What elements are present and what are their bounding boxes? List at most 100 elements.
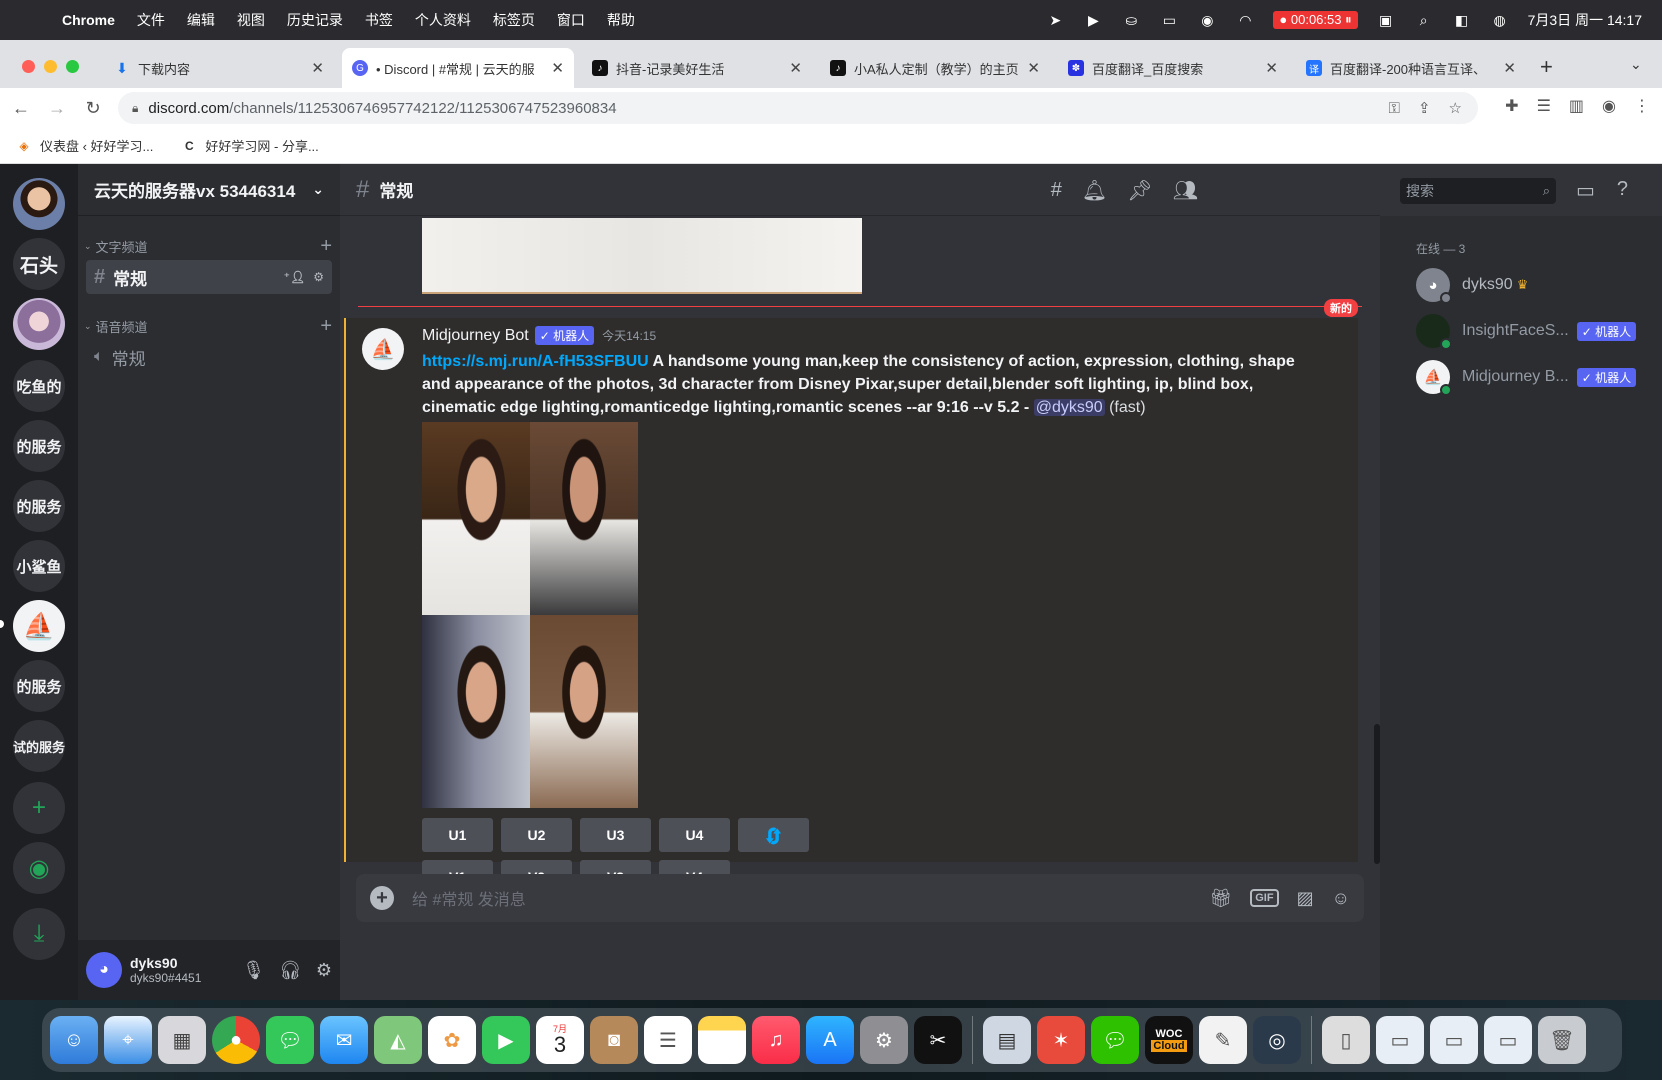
app-store-icon[interactable]: A (806, 1016, 854, 1064)
emoji-icon[interactable]: ☺ (1332, 888, 1350, 909)
xmind-icon[interactable]: ✶ (1037, 1016, 1085, 1064)
back-button[interactable]: ← (6, 98, 36, 119)
reload-button[interactable]: ↻ (78, 98, 108, 119)
threads-icon[interactable]: # (1051, 179, 1062, 202)
server-fuwu-1[interactable]: 的服务 (13, 420, 65, 472)
member-insightface[interactable]: InsightFaceS... ✓ 机器人 (1416, 313, 1662, 350)
wechat-icon[interactable]: 💬︎ (1091, 1016, 1139, 1064)
siri-icon[interactable]: ◍ (1490, 12, 1510, 28)
extensions-icon[interactable]: ✚ (1505, 96, 1518, 116)
gift-icon[interactable]: 🎁︎ (1209, 888, 1232, 909)
inbox-icon[interactable]: ▭ (1576, 178, 1595, 203)
channel-general-text[interactable]: # 常规 ⁺👤︎ ⚙ (86, 260, 332, 294)
category-voice-channels[interactable]: ⌄ 语音频道 + (78, 315, 340, 337)
window-thumbnail-icon[interactable]: ▭ (1430, 1016, 1478, 1064)
pinned-messages-icon[interactable]: 📌︎ (1127, 178, 1152, 203)
reroll-refresh-icon[interactable]: 🔄︎ (738, 818, 809, 852)
cursor-icon[interactable]: ➤ (1045, 12, 1065, 28)
generated-image-grid[interactable] (422, 422, 638, 808)
chrome-menu-icon[interactable]: ⋮ (1634, 96, 1650, 116)
server-fish[interactable]: 吃鱼的 (13, 360, 65, 412)
headphones-icon[interactable]: 🎧︎ (279, 960, 302, 981)
photos-icon[interactable]: ✿ (428, 1016, 476, 1064)
music-icon[interactable]: ♫ (752, 1016, 800, 1064)
server-avatar-1[interactable] (13, 178, 65, 230)
menu-item-window[interactable]: 窗口 (557, 10, 585, 30)
server-avatar-3[interactable] (13, 298, 65, 350)
download-apps-icon[interactable]: ⤓ (13, 908, 65, 960)
scrobble-icon[interactable]: ⛀ (1121, 12, 1141, 28)
user-mention[interactable]: @dyks90 (1033, 399, 1105, 416)
menu-item-help[interactable]: 帮助 (607, 10, 635, 30)
mail-icon[interactable]: ✉ (320, 1016, 368, 1064)
chrome-icon[interactable]: ● (212, 1016, 260, 1064)
message-composer[interactable]: + 给 #常规 发消息 🎁︎ GIF ▨ ☺ (356, 874, 1364, 922)
battery-icon[interactable]: ▭ (1159, 12, 1179, 28)
search-input[interactable]: 搜索 ⌕ (1400, 178, 1556, 204)
photo-icon[interactable]: ▣ (1376, 12, 1396, 28)
member-dyks90[interactable]: ◕ dyks90 ♛ (1416, 267, 1662, 304)
gif-icon[interactable]: GIF (1250, 889, 1279, 907)
calendar-icon[interactable]: 7月 3 (536, 1016, 584, 1064)
microphone-muted-icon[interactable]: 🎙︎ (242, 960, 265, 981)
invite-icon[interactable]: ⁺👤︎ (284, 270, 306, 284)
message-input[interactable]: 给 #常规 发消息 (412, 886, 526, 910)
channel-general-voice[interactable]: 🔈︎ 常规 (86, 340, 332, 374)
user-avatar[interactable]: ◕ (86, 952, 122, 988)
document-icon[interactable]: ▯ (1322, 1016, 1370, 1064)
safari-icon[interactable]: ⌖ (104, 1016, 152, 1064)
new-tab-button[interactable]: + (1540, 54, 1553, 80)
notification-bell-icon[interactable]: 🔔︎ (1082, 178, 1107, 203)
control-center-icon[interactable]: ◧ (1452, 12, 1472, 28)
maps-icon[interactable]: ◭ (374, 1016, 422, 1064)
share-icon[interactable]: ⇪ (1418, 99, 1431, 117)
member-list-icon[interactable]: 👥︎ (1173, 178, 1198, 203)
menu-item-profile[interactable]: 个人资料 (415, 10, 471, 30)
server-fuwu-3[interactable]: 的服务 (13, 660, 65, 712)
category-text-channels[interactable]: ⌄ 文字频道 + (78, 235, 340, 258)
key-icon[interactable]: ⚿ (1389, 100, 1400, 117)
bookmark-haohao[interactable]: C 好好学习网 - 分享... (181, 136, 319, 155)
upscale-u4-button[interactable]: U4 (659, 818, 730, 852)
finder-icon[interactable]: ☺ (50, 1016, 98, 1064)
tab-close-icon[interactable]: ✕ (551, 59, 564, 77)
tab-baidu-search[interactable]: ✽ 百度翻译_百度搜索 ✕ (1058, 48, 1288, 88)
tab-close-icon[interactable]: ✕ (789, 59, 802, 77)
bookmark-star-icon[interactable]: ☆ (1449, 99, 1462, 117)
add-server-icon[interactable]: + (13, 782, 65, 834)
messages-icon[interactable]: 💬︎ (266, 1016, 314, 1064)
server-shark[interactable]: 小鲨鱼 (13, 540, 65, 592)
tab-downloads[interactable]: ⬇ 下载内容 ✕ (104, 48, 334, 88)
play-icon[interactable]: ▶ (1083, 12, 1103, 28)
tab-close-icon[interactable]: ✕ (1265, 59, 1278, 77)
reminders-icon[interactable]: ☰ (644, 1016, 692, 1064)
facetime-icon[interactable]: ▶ (482, 1016, 530, 1064)
menu-item-bookmarks[interactable]: 书签 (365, 10, 393, 30)
sticker-icon[interactable]: ▨ (1297, 888, 1314, 909)
wifi-icon[interactable]: ◠ (1235, 12, 1255, 28)
server-fuwu-2[interactable]: 的服务 (13, 480, 65, 532)
reading-list-icon[interactable]: ☰ (1537, 96, 1551, 116)
contacts-icon[interactable]: ◙ (590, 1016, 638, 1064)
prompt-image-link[interactable]: https://s.mj.run/A-fH53SFBUU (422, 353, 649, 370)
quicktime-icon[interactable]: ◎ (1253, 1016, 1301, 1064)
server-header[interactable]: 云天的服务器vx 53446314 ⌄ (78, 164, 340, 216)
server-midjourney-sailboat-icon[interactable]: ⛵ (13, 600, 65, 652)
server-test[interactable]: 试的服务 (13, 720, 65, 772)
user-settings-gear-icon[interactable]: ⚙ (316, 960, 332, 981)
forward-button[interactable]: → (42, 98, 72, 119)
woc-cloud-icon[interactable]: WOC Cloud (1145, 1016, 1193, 1064)
tab-search-chevron-icon[interactable]: ⌄ (1630, 56, 1642, 73)
menu-item-history[interactable]: 历史记录 (287, 10, 343, 30)
system-settings-icon[interactable]: ⚙ (860, 1016, 908, 1064)
channel-settings-gear-icon[interactable]: ⚙ (313, 270, 324, 284)
midjourney-bot-avatar[interactable]: ⛵ (362, 328, 404, 370)
create-channel-plus-icon[interactable]: + (320, 235, 332, 258)
tab-baidu-translate[interactable]: 译 百度翻译-200种语言互译、 ✕ (1296, 48, 1526, 88)
bookmark-dashboard[interactable]: ◈ 仪表盘 ‹ 好好学习... (16, 136, 153, 155)
close-window-button[interactable] (22, 60, 35, 73)
upscale-u1-button[interactable]: U1 (422, 818, 493, 852)
lock-icon[interactable]: 🔒︎ (132, 101, 138, 116)
menu-item-view[interactable]: 视图 (237, 10, 265, 30)
tab-close-icon[interactable]: ✕ (1503, 59, 1516, 77)
